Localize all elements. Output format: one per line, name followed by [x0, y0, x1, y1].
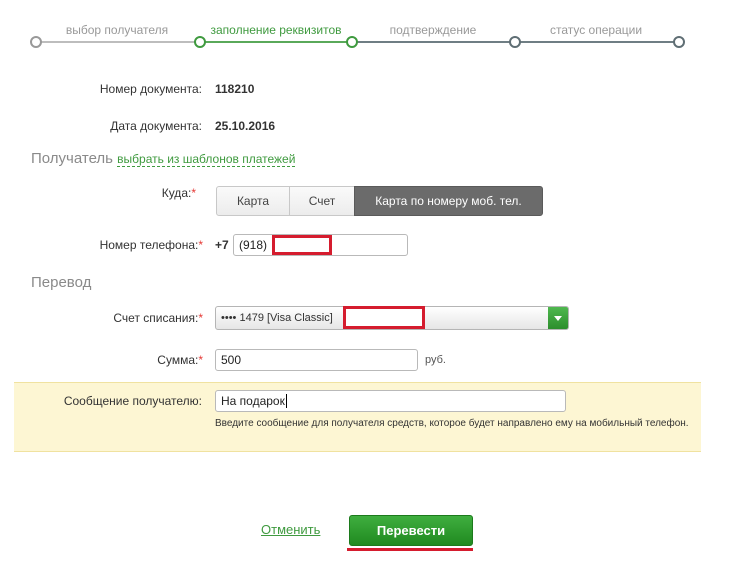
currency-label: руб.: [425, 354, 446, 366]
account-label: Счет списания:*: [60, 311, 203, 325]
required-mark: *: [198, 353, 203, 367]
step-line-2: [200, 41, 350, 43]
step-dot-4: [509, 36, 521, 48]
dropdown-button[interactable]: [548, 307, 568, 329]
message-hint: Введите сообщение для получателя средств…: [215, 418, 689, 429]
option-card[interactable]: Карта: [216, 186, 290, 216]
account-label-text: Счет списания:: [113, 311, 199, 325]
step-line-1: [38, 41, 196, 43]
required-mark: *: [191, 186, 196, 200]
step-line-4: [516, 41, 674, 43]
step-confirmation: подтверждение: [389, 23, 477, 37]
step-fill-details: заполнение реквизитов: [210, 23, 342, 37]
amount-label: Сумма:*: [100, 353, 203, 367]
step-dot-5: [673, 36, 685, 48]
amount-label-text: Сумма:: [157, 353, 199, 367]
step-select-recipient: выбор получателя: [65, 23, 169, 37]
required-mark: *: [198, 238, 203, 252]
step-dot-3: [346, 36, 358, 48]
required-mark: *: [198, 311, 203, 325]
option-card-by-phone[interactable]: Карта по номеру моб. тел.: [354, 186, 543, 216]
where-label: Куда:*: [100, 186, 196, 200]
step-operation-status: статус операции: [549, 23, 643, 37]
document-number-value: 118210: [215, 82, 255, 96]
debit-account-value: •••• 1479 [Visa Classic]: [221, 312, 333, 324]
phone-code: (918): [239, 238, 268, 252]
message-input[interactable]: На подарок: [215, 390, 566, 412]
message-label: Сообщение получателю:: [63, 394, 202, 408]
recipient-section: Получатель выбрать из шаблонов платежей: [31, 150, 296, 167]
document-number-label: Номер документа:: [99, 82, 202, 96]
recipient-section-title: Получатель: [31, 150, 113, 167]
transfer-section-title: Перевод: [31, 274, 92, 291]
document-date-value: 25.10.2016: [215, 119, 276, 133]
redacted-account-info: [343, 306, 425, 329]
phone-label: Номер телефона:*: [60, 238, 203, 252]
choose-template-link[interactable]: выбрать из шаблонов платежей: [117, 152, 296, 167]
option-account[interactable]: Счет: [289, 186, 355, 216]
chevron-down-icon: [554, 316, 562, 321]
text-cursor: [285, 394, 287, 408]
cancel-link[interactable]: Отменить: [261, 522, 320, 537]
redacted-phone-number: [272, 235, 332, 255]
step-dot-2: [194, 36, 206, 48]
document-date-label: Дата документа:: [110, 119, 202, 133]
phone-label-text: Номер телефона:: [99, 238, 199, 252]
phone-prefix: +7: [215, 238, 229, 252]
step-dot-1: [30, 36, 42, 48]
amount-input[interactable]: 500: [215, 349, 418, 371]
step-line-3: [354, 41, 512, 43]
submit-underline-highlight: [347, 548, 473, 551]
where-label-text: Куда:: [161, 186, 192, 200]
submit-transfer-button[interactable]: Перевести: [349, 515, 473, 546]
message-value: На подарок: [221, 394, 285, 408]
